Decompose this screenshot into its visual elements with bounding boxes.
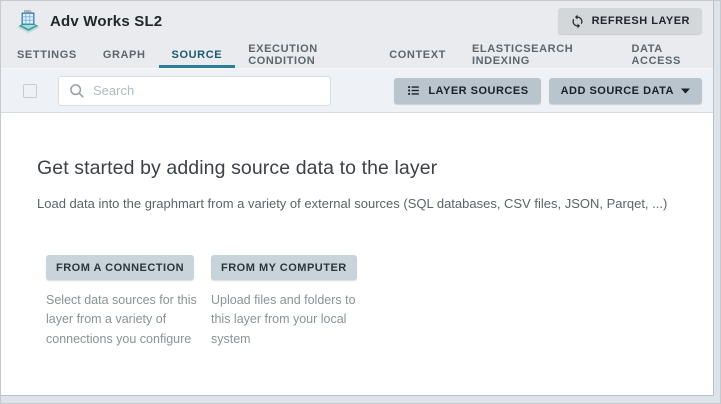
search-input[interactable] — [58, 76, 331, 106]
add-source-options: FROM A CONNECTION Select data sources fo… — [46, 255, 713, 349]
source-toolbar: LAYER SOURCES ADD SOURCE DATA — [1, 69, 713, 113]
header: Adv Works SL2 REFRESH LAYER — [1, 1, 713, 41]
chevron-down-icon — [681, 88, 690, 94]
tab-graph[interactable]: GRAPH — [90, 41, 159, 68]
from-a-connection-description: Select data sources for this layer from … — [46, 291, 206, 349]
from-a-connection-button[interactable]: FROM A CONNECTION — [46, 255, 194, 280]
from-my-computer-button[interactable]: FROM MY COMPUTER — [211, 255, 357, 280]
tab-data-access[interactable]: DATA ACCESS — [618, 41, 713, 68]
option-from-connection: FROM A CONNECTION Select data sources fo… — [46, 255, 211, 349]
tab-settings[interactable]: SETTINGS — [4, 41, 90, 68]
add-source-data-label: ADD SOURCE DATA — [561, 85, 674, 97]
tab-context[interactable]: CONTEXT — [376, 41, 459, 68]
empty-state-heading: Get started by adding source data to the… — [37, 157, 713, 180]
search-icon — [68, 82, 86, 100]
search-box — [58, 76, 331, 106]
refresh-icon — [570, 14, 585, 29]
graphmart-layer-icon — [15, 8, 42, 35]
tab-bar: SETTINGS GRAPH SOURCE EXECUTION CONDITIO… — [1, 41, 713, 69]
empty-state-subheading: Load data into the graphmart from a vari… — [37, 196, 713, 211]
page-title: Adv Works SL2 — [50, 13, 162, 30]
option-from-computer: FROM MY COMPUTER Upload files and folder… — [211, 255, 376, 349]
list-icon — [406, 83, 421, 98]
refresh-layer-label: REFRESH LAYER — [592, 15, 690, 27]
refresh-layer-button[interactable]: REFRESH LAYER — [558, 8, 702, 34]
empty-state: Get started by adding source data to the… — [1, 113, 713, 395]
tab-execution-condition[interactable]: EXECUTION CONDITION — [235, 41, 376, 68]
tab-source[interactable]: SOURCE — [159, 41, 236, 68]
add-source-data-button[interactable]: ADD SOURCE DATA — [549, 78, 702, 104]
layer-sources-button[interactable]: LAYER SOURCES — [394, 78, 540, 104]
layer-sources-label: LAYER SOURCES — [428, 85, 528, 97]
brand: Adv Works SL2 — [15, 8, 162, 35]
from-my-computer-description: Upload files and folders to this layer f… — [211, 291, 371, 349]
select-all-checkbox[interactable] — [23, 84, 37, 98]
graphmart-layer-page: Adv Works SL2 REFRESH LAYER SETTINGS GRA… — [1, 1, 714, 396]
tab-elasticsearch-indexing[interactable]: ELASTICSEARCH INDEXING — [459, 41, 619, 68]
app-window: Adv Works SL2 REFRESH LAYER SETTINGS GRA… — [0, 0, 721, 404]
